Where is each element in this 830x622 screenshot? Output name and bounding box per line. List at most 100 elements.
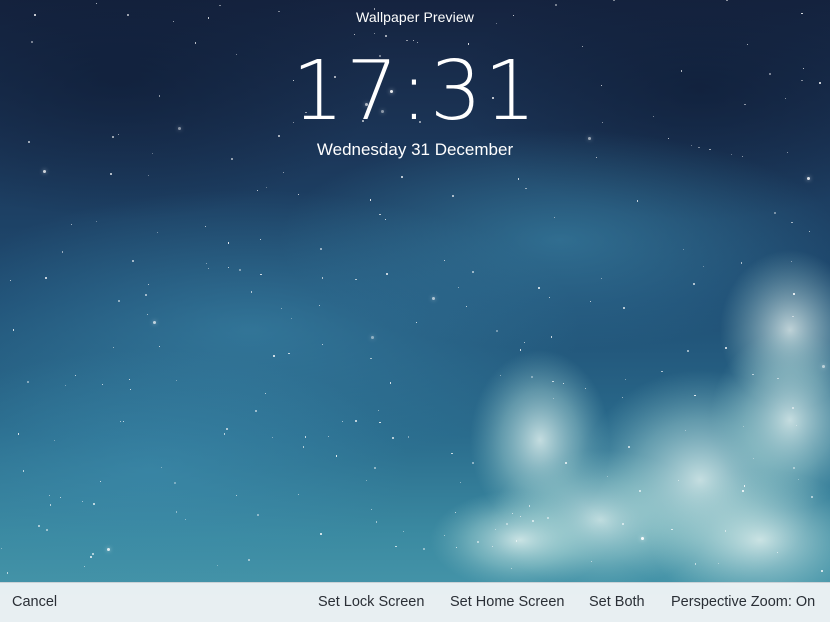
star — [547, 517, 550, 520]
star — [370, 199, 372, 201]
star — [495, 330, 498, 333]
perspective-zoom-toggle[interactable]: Perspective Zoom: On — [671, 583, 815, 622]
star — [320, 532, 323, 535]
star — [225, 428, 228, 431]
star — [282, 171, 284, 173]
star — [525, 188, 527, 190]
star — [585, 387, 587, 389]
star — [512, 513, 514, 515]
set-both-button[interactable]: Set Both — [589, 583, 645, 622]
star — [726, 0, 728, 2]
set-lock-screen-button[interactable]: Set Lock Screen — [318, 583, 424, 622]
star — [302, 446, 304, 448]
star — [384, 218, 386, 221]
star — [821, 364, 825, 368]
star — [553, 217, 555, 219]
star — [92, 553, 95, 556]
star — [216, 564, 219, 567]
star — [622, 307, 625, 310]
star — [145, 293, 148, 296]
star — [90, 555, 93, 558]
star — [695, 563, 697, 565]
star — [530, 376, 533, 379]
star — [319, 304, 321, 306]
star — [365, 479, 367, 481]
star — [256, 514, 259, 517]
star — [752, 457, 754, 460]
star — [555, 4, 558, 7]
star — [264, 392, 266, 394]
star — [548, 296, 550, 298]
star — [516, 540, 518, 542]
star — [518, 178, 520, 180]
star — [272, 355, 275, 358]
star — [671, 529, 673, 531]
star — [406, 39, 408, 42]
star — [65, 385, 67, 387]
star — [752, 373, 754, 375]
star — [519, 515, 521, 517]
star — [45, 276, 48, 279]
star — [384, 35, 387, 38]
star — [432, 297, 436, 301]
star — [194, 42, 196, 44]
wallpaper-toolbar: Cancel Set Lock Screen Set Home Screen S… — [0, 582, 830, 622]
star — [742, 490, 744, 492]
star — [122, 420, 124, 423]
set-home-screen-button[interactable]: Set Home Screen — [450, 583, 564, 622]
star — [288, 352, 290, 354]
star — [247, 559, 250, 562]
star — [207, 267, 210, 269]
star — [147, 284, 150, 286]
star — [741, 262, 743, 264]
star — [476, 541, 479, 544]
star — [552, 380, 554, 383]
star — [204, 225, 206, 227]
star — [22, 470, 25, 472]
star — [219, 4, 221, 6]
star — [661, 370, 663, 373]
star — [641, 537, 645, 541]
star — [113, 346, 115, 348]
star — [110, 173, 113, 176]
star — [386, 273, 389, 276]
star — [601, 278, 603, 280]
star — [471, 462, 474, 465]
star — [206, 262, 208, 264]
star — [342, 420, 344, 422]
star — [37, 524, 40, 527]
cancel-button[interactable]: Cancel — [12, 583, 57, 622]
star — [636, 200, 638, 202]
star — [185, 518, 187, 520]
star — [776, 551, 778, 553]
star — [621, 396, 624, 398]
star — [531, 520, 534, 523]
star — [774, 212, 777, 215]
star — [408, 436, 410, 438]
star — [639, 490, 641, 492]
star — [379, 214, 381, 216]
star — [53, 439, 56, 442]
star — [702, 265, 704, 267]
star — [510, 567, 512, 569]
star — [321, 344, 323, 346]
star — [370, 509, 373, 511]
star — [607, 476, 609, 478]
star — [328, 435, 330, 438]
star — [792, 407, 795, 410]
star — [355, 279, 357, 281]
star — [519, 349, 522, 351]
star — [9, 279, 12, 282]
star — [379, 422, 381, 424]
star — [235, 495, 237, 497]
star — [377, 409, 379, 412]
star — [391, 436, 394, 439]
star — [227, 242, 229, 244]
star — [491, 545, 494, 548]
star — [59, 496, 62, 498]
star — [354, 33, 356, 35]
star — [49, 494, 51, 496]
star — [319, 247, 322, 250]
star — [373, 33, 375, 35]
star — [628, 446, 631, 448]
